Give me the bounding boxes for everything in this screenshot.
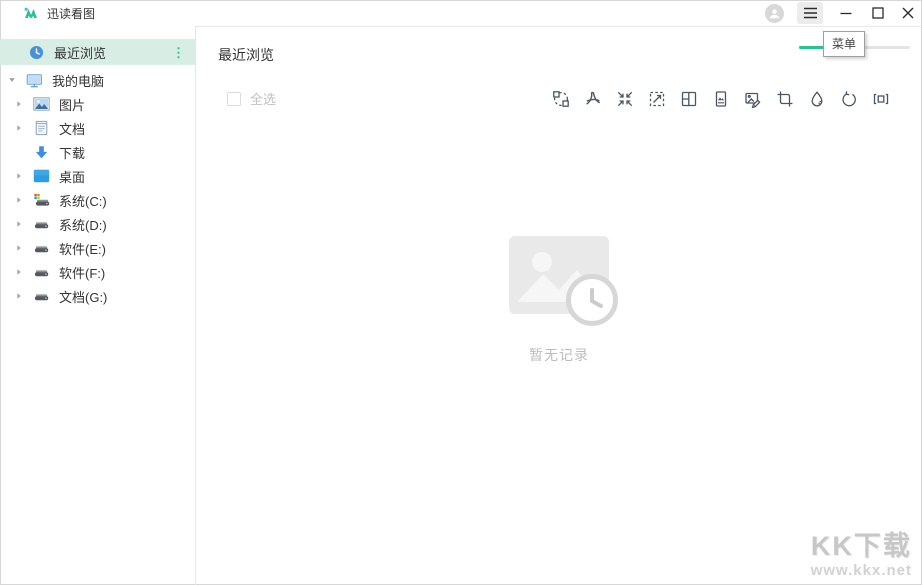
collage-icon (680, 90, 698, 108)
drive-icon (32, 216, 50, 232)
drive-icon (32, 240, 50, 256)
image-to-doc-button[interactable] (712, 90, 730, 108)
sidebar-item-drive-g[interactable]: 文档(G:) (0, 284, 195, 308)
toolbar: 全选 (218, 89, 890, 108)
crop-icon (776, 90, 794, 108)
rename-button[interactable] (872, 90, 890, 108)
sidebar-item-recent[interactable]: 最近浏览 ⋮ (0, 39, 195, 65)
sidebar-item-desktop[interactable]: 桌面 (0, 164, 195, 188)
sidebar: 最近浏览 ⋮ 我的电脑 (0, 26, 196, 585)
rotate-button[interactable] (840, 90, 858, 108)
hamburger-menu-icon (803, 7, 818, 19)
close-icon (902, 7, 914, 19)
select-all-label: 全选 (250, 89, 276, 108)
select-all-checkbox[interactable]: 全选 (218, 89, 276, 108)
sidebar-item-label: 我的电脑 (52, 71, 104, 90)
sidebar-item-label: 最近浏览 (54, 43, 106, 62)
resize-button[interactable] (648, 90, 666, 108)
chevron-right-icon[interactable] (12, 196, 26, 204)
close-button[interactable] (894, 0, 922, 26)
sidebar-item-drive-d[interactable]: 系统(D:) (0, 212, 195, 236)
format-convert-button[interactable] (552, 90, 570, 108)
drive-icon (32, 288, 50, 304)
sidebar-item-pictures[interactable]: 图片 (0, 92, 195, 116)
sidebar-item-label: 文档 (59, 119, 85, 138)
app-window: 迅读看图 (0, 0, 922, 585)
sidebar-item-documents[interactable]: 文档 (0, 116, 195, 140)
menu-tooltip: 菜单 (823, 31, 865, 57)
app-title: 迅读看图 (47, 5, 95, 22)
empty-state-text: 暂无记录 (529, 345, 589, 365)
desktop-icon (32, 168, 50, 184)
sidebar-item-label: 下载 (59, 143, 85, 162)
more-options-icon[interactable]: ⋮ (172, 46, 185, 59)
minimize-icon (840, 7, 852, 19)
watermark-url-text: www.kkx.net (811, 562, 912, 579)
empty-state: 暂无记录 (196, 236, 922, 365)
watermark-button[interactable] (808, 90, 826, 108)
chevron-right-icon[interactable] (12, 268, 26, 276)
chevron-down-icon[interactable] (5, 76, 19, 84)
site-watermark: KK下载 www.kkx.net (811, 532, 912, 579)
app-logo-icon (23, 5, 39, 21)
edit-image-icon (744, 90, 762, 108)
rename-icon (872, 90, 890, 108)
download-icon (32, 144, 50, 160)
sidebar-item-my-computer[interactable]: 我的电脑 (0, 68, 195, 92)
content-area: 最近浏览 全选 (196, 26, 922, 585)
pdf-icon (584, 90, 602, 108)
clock-badge-icon (566, 274, 618, 326)
sidebar-item-label: 文档(G:) (59, 287, 107, 306)
maximize-icon (872, 7, 884, 19)
sidebar-item-drive-c[interactable]: 系统(C:) (0, 188, 195, 212)
pictures-icon (32, 96, 50, 112)
pdf-button[interactable] (584, 90, 602, 108)
sidebar-item-label: 软件(F:) (59, 263, 105, 282)
image-to-doc-icon (712, 90, 730, 108)
empty-image-placeholder-icon (509, 236, 609, 314)
minimize-button[interactable] (830, 0, 862, 26)
sidebar-item-label: 系统(D:) (59, 215, 107, 234)
watermark-logo-text: KK下载 (811, 532, 912, 562)
documents-icon (32, 120, 50, 136)
sidebar-item-drive-f[interactable]: 软件(F:) (0, 260, 195, 284)
edit-image-button[interactable] (744, 90, 762, 108)
resize-icon (648, 90, 666, 108)
computer-icon (25, 72, 43, 88)
sidebar-item-label: 软件(E:) (59, 239, 106, 258)
titlebar: 迅读看图 (0, 0, 922, 26)
sidebar-item-label: 桌面 (59, 167, 85, 186)
chevron-right-icon[interactable] (12, 124, 26, 132)
compress-icon (616, 90, 634, 108)
collage-button[interactable] (680, 90, 698, 108)
chevron-right-icon[interactable] (12, 292, 26, 300)
sidebar-item-drive-e[interactable]: 软件(E:) (0, 236, 195, 260)
chevron-right-icon[interactable] (12, 172, 26, 180)
hamburger-menu-button[interactable] (797, 2, 823, 24)
user-avatar-icon (765, 4, 784, 23)
drive-icon (32, 264, 50, 280)
rotate-icon (840, 90, 858, 108)
clock-icon (27, 44, 45, 60)
crop-button[interactable] (776, 90, 794, 108)
system-drive-icon (32, 192, 50, 208)
maximize-button[interactable] (862, 0, 894, 26)
sidebar-item-label: 图片 (59, 95, 85, 114)
chevron-right-icon[interactable] (12, 220, 26, 228)
chevron-right-icon[interactable] (12, 244, 26, 252)
format-convert-icon (552, 90, 570, 108)
chevron-right-icon[interactable] (12, 100, 26, 108)
sidebar-item-downloads[interactable]: 下载 (0, 140, 195, 164)
watermark-icon (808, 90, 826, 108)
checkbox-icon[interactable] (227, 92, 241, 106)
sidebar-item-label: 系统(C:) (59, 191, 107, 210)
user-avatar-button[interactable] (761, 0, 787, 26)
compress-button[interactable] (616, 90, 634, 108)
